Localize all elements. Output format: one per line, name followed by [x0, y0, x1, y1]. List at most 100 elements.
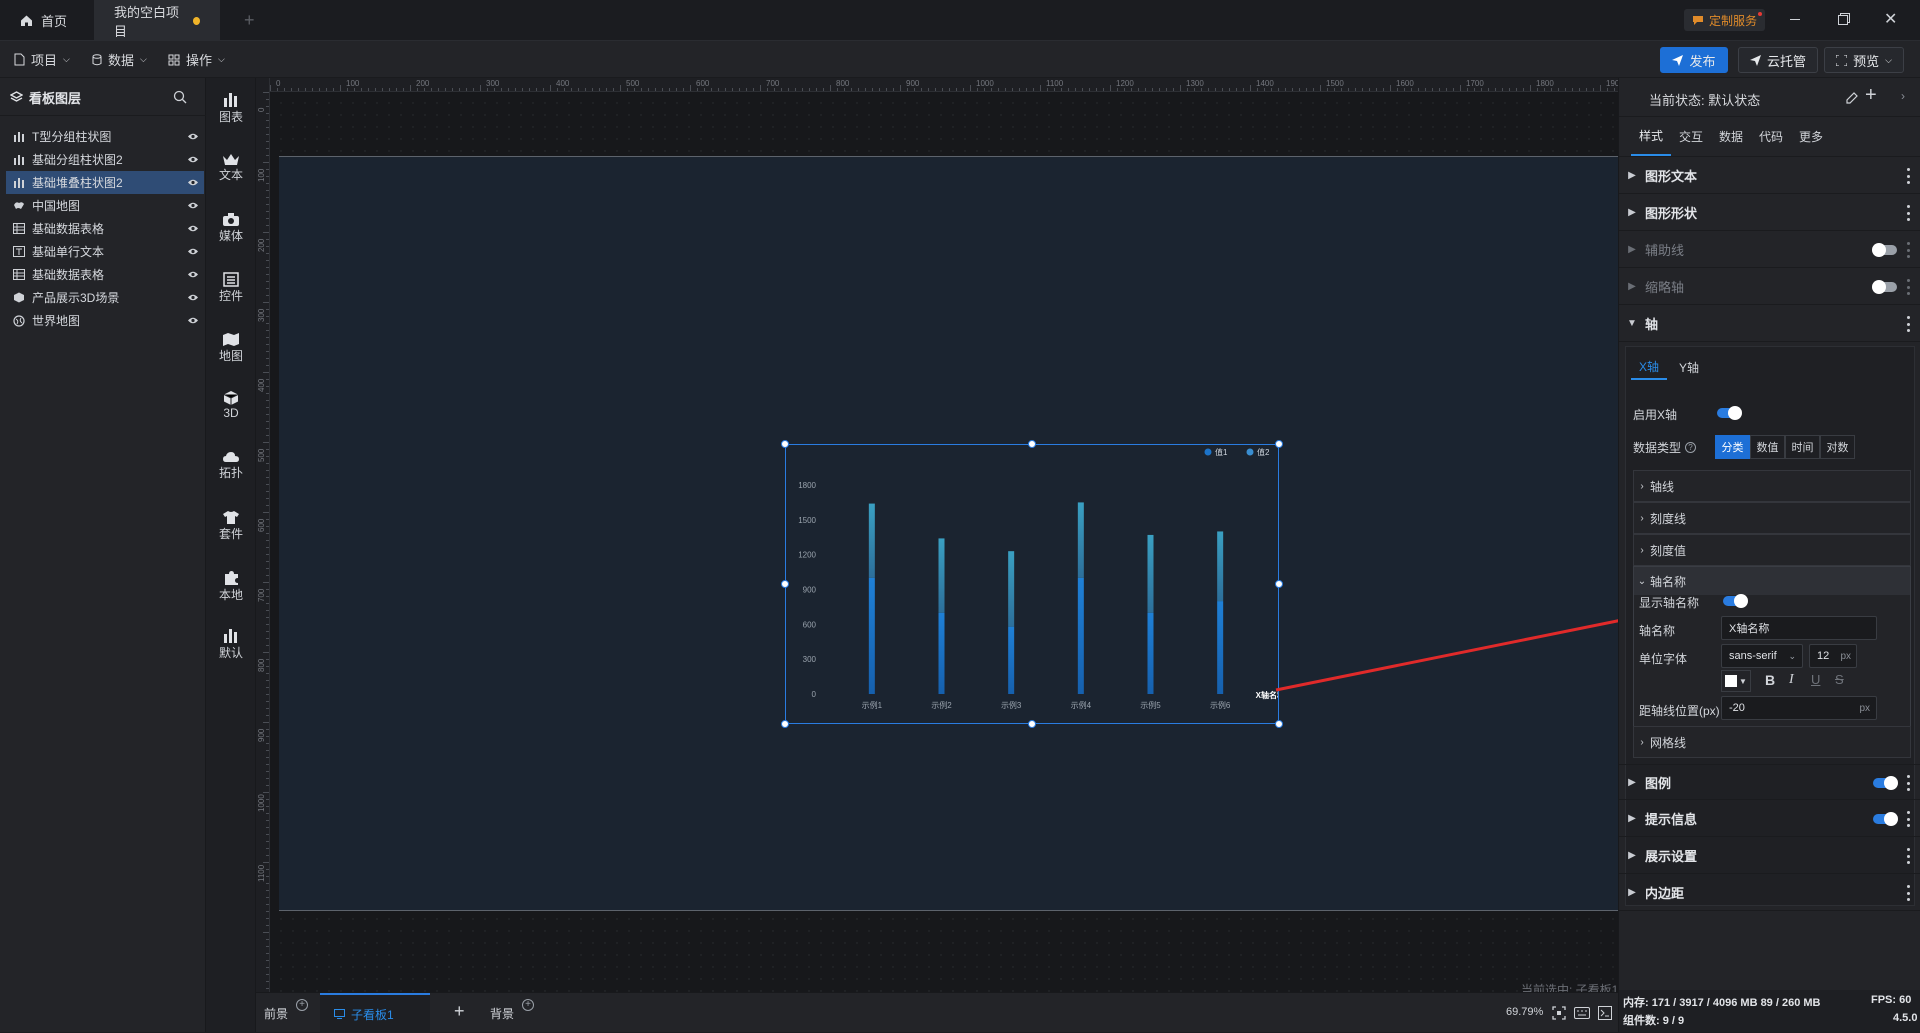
- panel-tab[interactable]: 样式: [1631, 116, 1671, 156]
- data-type-category[interactable]: 分类: [1715, 435, 1750, 459]
- tab-subboard[interactable]: 子看板1: [320, 993, 430, 1033]
- section-padding[interactable]: ▶ 内边距: [1619, 875, 1920, 911]
- section-guide-line[interactable]: ▶ 辅助线: [1619, 232, 1920, 268]
- eye-icon[interactable]: [182, 178, 204, 187]
- preview-button[interactable]: 预览 ⌵: [1824, 47, 1904, 73]
- more-icon[interactable]: [1907, 316, 1911, 332]
- cloud-host-button[interactable]: 云托管: [1738, 47, 1818, 73]
- enable-x-toggle[interactable]: [1717, 406, 1742, 420]
- panel-tab[interactable]: 更多: [1791, 116, 1831, 156]
- keyboard-icon[interactable]: [1574, 1007, 1590, 1019]
- add-foreground-icon[interactable]: +: [296, 999, 308, 1011]
- restore-icon[interactable]: [1838, 13, 1850, 25]
- data-type-value[interactable]: 数值: [1750, 435, 1785, 459]
- subsection-tick-value[interactable]: › 刻度值: [1633, 534, 1911, 566]
- layer-item[interactable]: 基础数据表格: [6, 217, 204, 240]
- category-chart[interactable]: 图表: [206, 92, 256, 125]
- fit-screen-icon[interactable]: [1552, 1006, 1566, 1020]
- category-default[interactable]: 默认: [206, 628, 256, 661]
- resize-handle[interactable]: [1028, 440, 1036, 448]
- italic-icon[interactable]: I: [1789, 672, 1794, 688]
- eye-icon[interactable]: [182, 293, 204, 302]
- eye-icon[interactable]: [182, 316, 204, 325]
- subsection-grid-line[interactable]: › 网格线: [1633, 726, 1911, 758]
- tab-background[interactable]: 背景: [490, 1005, 514, 1022]
- resize-handle[interactable]: [1275, 580, 1283, 588]
- add-board-button[interactable]: +: [454, 1001, 465, 1022]
- layer-item[interactable]: 基础分组柱状图2: [6, 148, 204, 171]
- zoom-level[interactable]: 69.79%: [1506, 1006, 1543, 1018]
- panel-tab[interactable]: 代码: [1751, 116, 1791, 156]
- layer-item[interactable]: 中国地图: [6, 194, 204, 217]
- chevron-right-icon[interactable]: ›: [1901, 89, 1905, 103]
- tab-y-axis[interactable]: Y轴: [1671, 354, 1707, 380]
- eye-icon[interactable]: [182, 247, 204, 256]
- more-icon[interactable]: [1907, 279, 1911, 295]
- category-control[interactable]: 控件: [206, 272, 256, 304]
- more-icon[interactable]: [1907, 775, 1911, 791]
- section-zoom-axis[interactable]: ▶ 缩略轴: [1619, 269, 1920, 305]
- tab-home[interactable]: 首页: [0, 0, 94, 41]
- eye-icon[interactable]: [182, 132, 204, 141]
- section-tooltip[interactable]: ▶ 提示信息: [1619, 801, 1920, 837]
- font-size-input[interactable]: 12 px: [1809, 644, 1857, 668]
- new-tab-button[interactable]: +: [244, 10, 255, 31]
- more-icon[interactable]: [1907, 811, 1911, 827]
- category-map[interactable]: 地图: [206, 332, 256, 364]
- resize-handle[interactable]: [1275, 720, 1283, 728]
- category-topology[interactable]: 拓扑: [206, 450, 256, 481]
- add-state-icon[interactable]: +: [1865, 84, 1877, 107]
- section-graphic-shape[interactable]: ▶ 图形形状: [1619, 195, 1920, 231]
- help-icon[interactable]: ?: [1685, 442, 1697, 453]
- custom-service-button[interactable]: 定制服务: [1684, 9, 1766, 31]
- category-3d[interactable]: 3D: [206, 390, 256, 420]
- section-legend[interactable]: ▶ 图例: [1619, 764, 1920, 800]
- add-background-icon[interactable]: +: [522, 999, 534, 1011]
- panel-tab[interactable]: 数据: [1711, 116, 1751, 156]
- subsection-axis-name-header[interactable]: ⌄ 轴名称: [1634, 567, 1910, 595]
- eye-icon[interactable]: [182, 270, 204, 279]
- font-family-select[interactable]: sans-serif ⌄: [1721, 644, 1803, 668]
- layer-item[interactable]: 产品展示3D场景: [6, 286, 204, 309]
- resize-handle[interactable]: [781, 720, 789, 728]
- edit-icon[interactable]: [1845, 91, 1859, 105]
- strikethrough-icon[interactable]: S: [1835, 672, 1844, 687]
- publish-button[interactable]: 发布: [1660, 47, 1728, 73]
- search-icon[interactable]: [173, 90, 187, 104]
- resize-handle[interactable]: [781, 580, 789, 588]
- minimize-icon[interactable]: [1790, 19, 1800, 20]
- more-icon[interactable]: [1907, 205, 1911, 221]
- font-color-picker[interactable]: ▼: [1721, 670, 1751, 692]
- close-icon[interactable]: ✕: [1884, 9, 1897, 29]
- category-kit[interactable]: 套件: [206, 510, 256, 542]
- menu-project[interactable]: 项目 ⌵: [14, 41, 70, 78]
- more-icon[interactable]: [1907, 242, 1911, 258]
- subsection-axis-line[interactable]: › 轴线: [1633, 470, 1911, 502]
- bold-icon[interactable]: B: [1765, 672, 1775, 688]
- legend-toggle[interactable]: [1873, 776, 1898, 790]
- zoom-axis-toggle[interactable]: [1872, 280, 1897, 294]
- data-type-log[interactable]: 对数: [1820, 435, 1855, 459]
- category-media[interactable]: 媒体: [206, 212, 256, 244]
- data-type-time[interactable]: 时间: [1785, 435, 1820, 459]
- more-icon[interactable]: [1907, 168, 1911, 184]
- section-graphic-text[interactable]: ▶ 图形文本: [1619, 158, 1920, 194]
- tab-foreground[interactable]: 前景: [264, 1005, 288, 1022]
- tooltip-toggle[interactable]: [1873, 812, 1898, 826]
- section-axis[interactable]: ▼ 轴: [1619, 306, 1920, 342]
- guide-line-toggle[interactable]: [1872, 243, 1897, 257]
- resize-handle[interactable]: [1028, 720, 1036, 728]
- more-icon[interactable]: [1907, 885, 1911, 901]
- axis-name-input[interactable]: X轴名称: [1721, 616, 1877, 640]
- layer-item[interactable]: 基础堆叠柱状图2: [6, 171, 204, 194]
- category-text[interactable]: 文本: [206, 152, 256, 183]
- more-icon[interactable]: [1907, 848, 1911, 864]
- offset-input[interactable]: -20 px: [1721, 696, 1877, 720]
- subsection-tick-line[interactable]: › 刻度线: [1633, 502, 1911, 534]
- layer-item[interactable]: 世界地图: [6, 309, 204, 332]
- underline-icon[interactable]: U: [1811, 672, 1820, 687]
- layer-item[interactable]: T型分组柱状图: [6, 125, 204, 148]
- layer-item[interactable]: 基础数据表格: [6, 263, 204, 286]
- terminal-icon[interactable]: [1598, 1006, 1612, 1020]
- show-axis-name-toggle[interactable]: [1723, 594, 1748, 608]
